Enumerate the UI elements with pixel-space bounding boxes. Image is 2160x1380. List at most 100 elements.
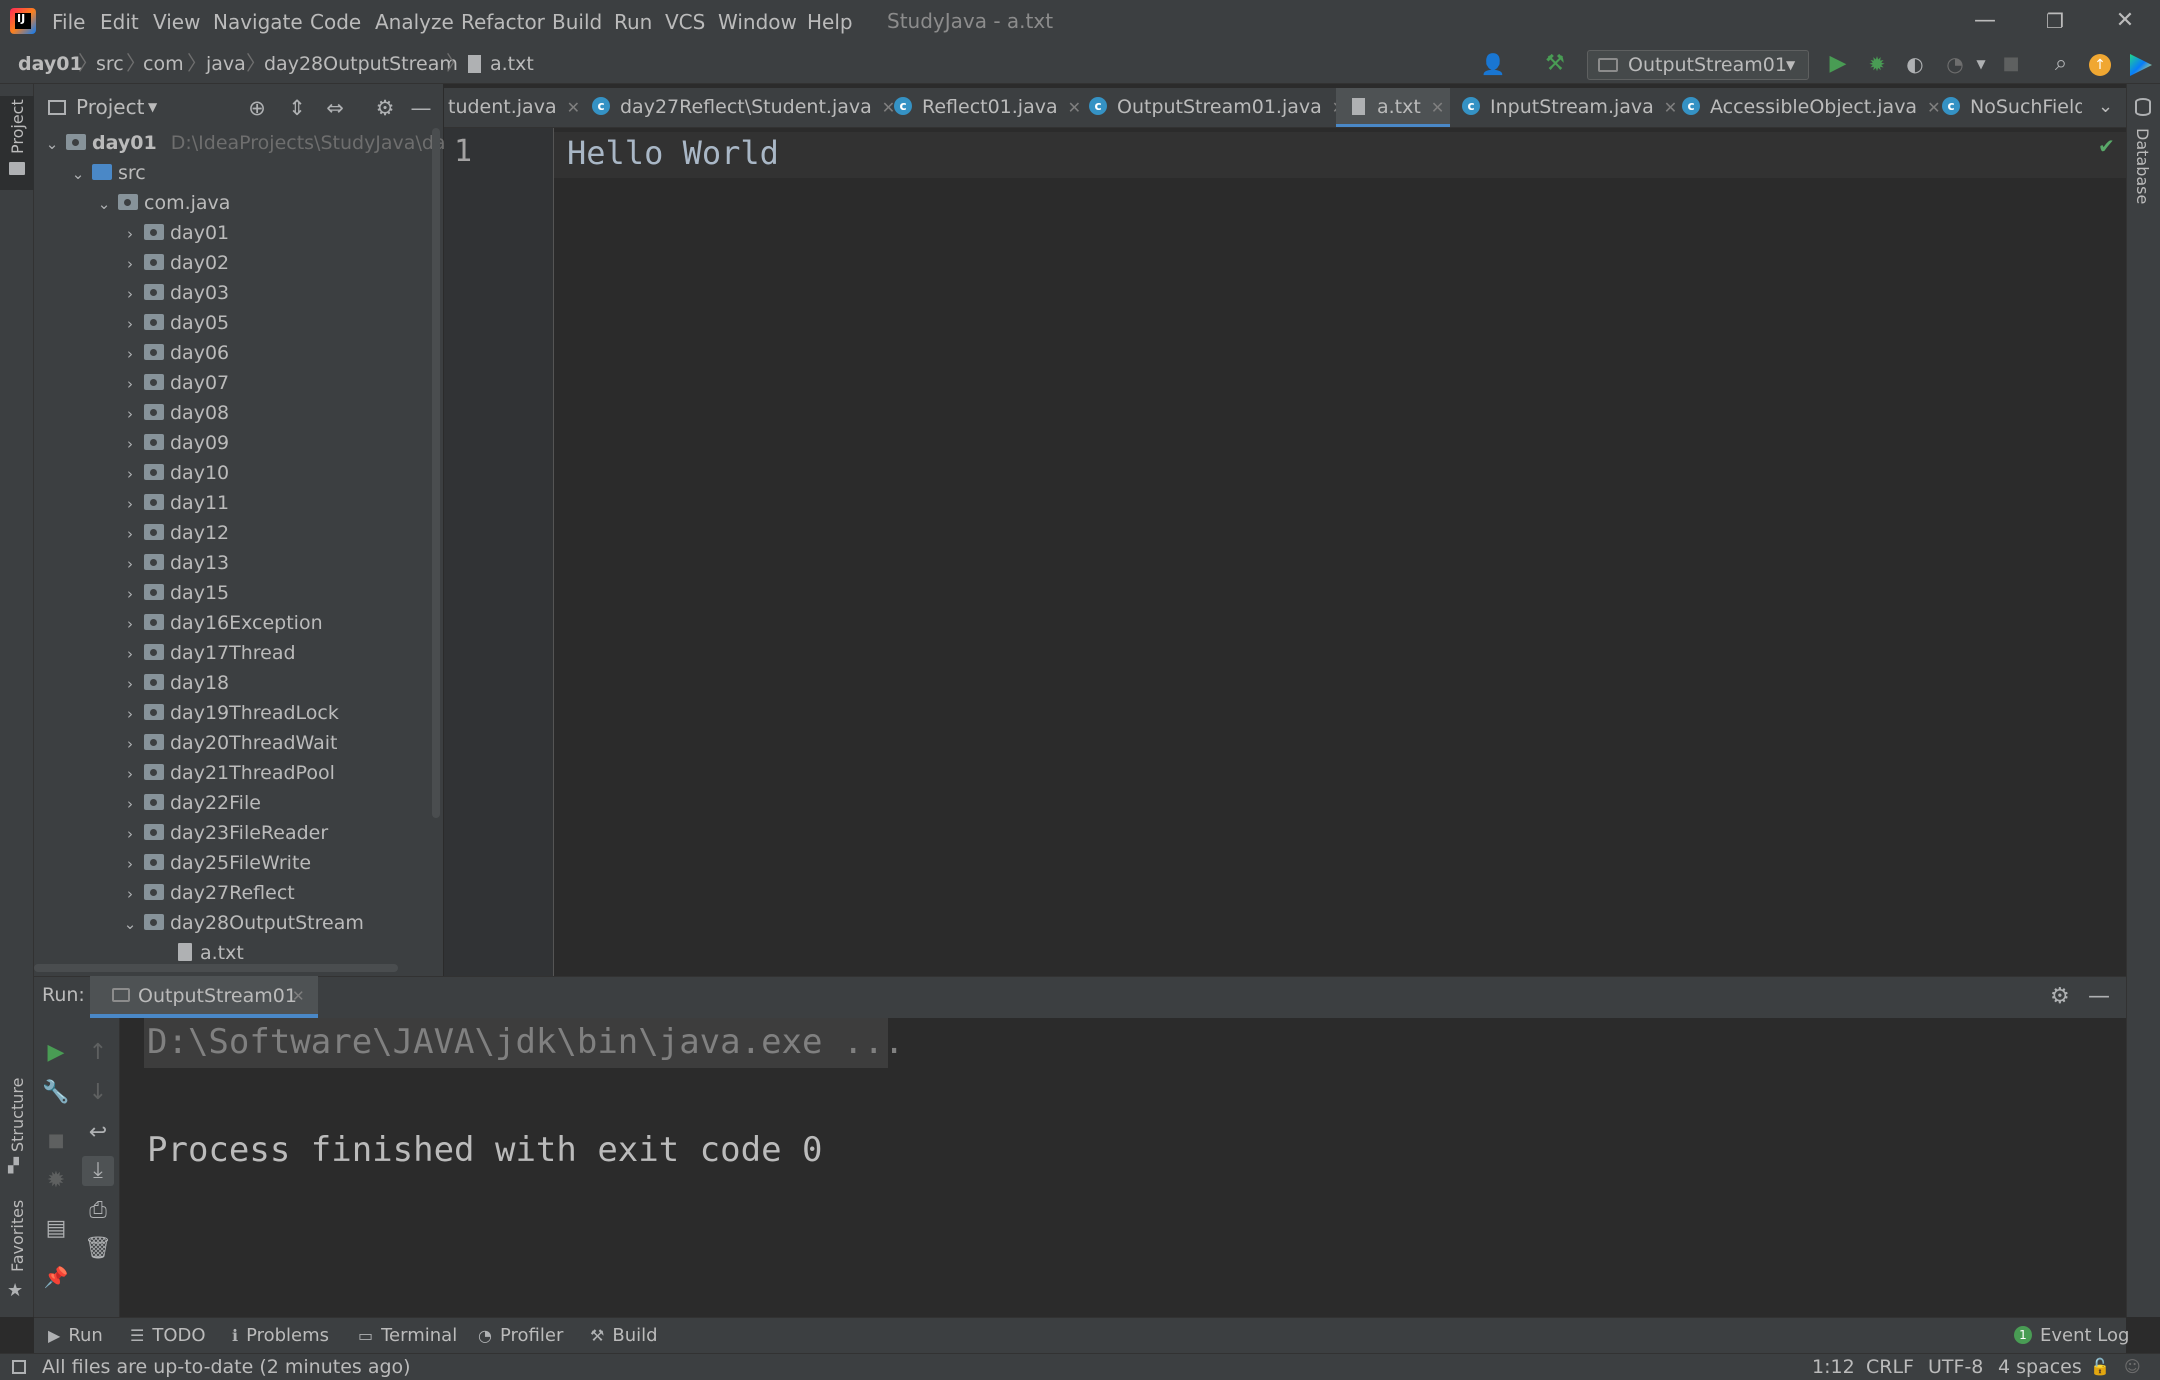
tab-nosuchfield-java[interactable]: c NoSuchFieldE [1942,88,2082,127]
tree-item-day20threadwait[interactable]: › day20ThreadWait [120,728,338,758]
tree-item-day10[interactable]: › day10 [120,458,229,488]
tree-item-day06[interactable]: › day06 [120,338,229,368]
coverage-icon[interactable]: ◐ [1900,50,1930,78]
close-icon[interactable]: ✕ [1927,98,1940,117]
project-panel-title[interactable]: Project [76,88,144,126]
chevron-right-icon[interactable]: › [120,489,140,519]
tree-item-day08[interactable]: › day08 [120,398,229,428]
database-tool-label[interactable]: Database [2133,128,2152,204]
chevron-down-icon[interactable]: ▼ [148,88,157,126]
scroll-to-end-icon[interactable]: ⤓ [82,1156,114,1186]
pin-icon[interactable]: 📌 [40,1262,72,1292]
indent-setting[interactable]: 4 spaces [1998,1354,2082,1380]
close-icon[interactable]: ✕ [1431,98,1444,117]
tree-item-day25filewrite[interactable]: › day25FileWrite [120,848,311,878]
tree-item-day01[interactable]: › day01 [120,218,229,248]
chevron-right-icon[interactable]: › [120,849,140,879]
chevron-right-icon[interactable]: › [120,429,140,459]
wrench-icon[interactable]: 🔧 [40,1078,72,1108]
file-encoding[interactable]: UTF-8 [1928,1354,1983,1380]
close-icon[interactable]: ✕ [1068,98,1081,117]
menu-window[interactable]: Window [718,0,797,44]
favorites-tool-label[interactable]: Favorites [8,1200,27,1272]
chevron-right-icon[interactable]: › [120,579,140,609]
menu-analyze[interactable]: Analyze [375,0,454,44]
tree-item-day05[interactable]: › day05 [120,308,229,338]
chevron-right-icon[interactable]: › [120,519,140,549]
hide-panel-icon[interactable]: — [2088,983,2110,1011]
problems-tool-button[interactable]: ℹ Problems [232,1318,329,1354]
event-log-button[interactable]: 1 Event Log [2014,1318,2129,1354]
down-arrow-icon[interactable]: ↓ [82,1078,114,1108]
tree-item-day28outputstream[interactable]: ⌄ day28OutputStream [120,908,364,938]
menu-view[interactable]: View [153,0,200,44]
chevron-right-icon[interactable]: › [120,759,140,789]
breadcrumb-com[interactable]: com [143,44,184,84]
menu-run[interactable]: Run [614,0,652,44]
chevron-right-icon[interactable]: › [120,279,140,309]
stop-icon[interactable]: ■ [1996,50,2026,78]
code-with-me-icon[interactable] [2130,54,2152,76]
menu-vcs[interactable]: VCS [665,0,705,44]
structure-tool-label[interactable]: Structure [8,1078,27,1152]
menu-edit[interactable]: Edit [100,0,139,44]
minimize-button[interactable]: — [1950,0,2020,44]
layout-icon[interactable]: ▤ [40,1214,72,1244]
tab-a-txt[interactable]: a.txt ✕ [1336,88,1450,127]
chevron-right-icon[interactable]: › [120,639,140,669]
tree-item-day09[interactable]: › day09 [120,428,229,458]
tree-item-day18[interactable]: › day18 [120,668,229,698]
line-separator[interactable]: CRLF [1866,1354,1914,1380]
search-icon[interactable]: ⌕ [2046,50,2076,78]
up-arrow-icon[interactable]: ↑ [82,1038,114,1068]
menu-file[interactable]: File [52,0,85,44]
rerun-icon[interactable]: ▶ [40,1038,72,1068]
gear-icon[interactable]: ⚙ [2050,983,2070,1011]
vcs-user-icon[interactable]: 👤 [1478,50,1508,78]
menu-build[interactable]: Build [552,0,602,44]
console-command-line[interactable]: D:\Software\JAVA\jdk\bin\java.exe ... [147,1022,904,1062]
tree-item-day15[interactable]: › day15 [120,578,229,608]
tab-outputstream01-java[interactable]: cOutputStream01.java✕ [1089,88,1345,127]
tree-horizontal-scrollbar[interactable] [34,964,398,972]
chevron-right-icon[interactable]: › [120,219,140,249]
tab-inputstream-java[interactable]: c InputStream.java ✕ [1462,88,1677,127]
expand-all-icon[interactable]: ⇕ [282,94,312,122]
debug-icon[interactable]: ✹ [1862,50,1892,78]
close-icon[interactable]: ✕ [1664,98,1677,117]
chevron-right-icon[interactable]: › [120,729,140,759]
breadcrumb-java[interactable]: java [206,44,246,84]
chevron-right-icon[interactable]: › [120,339,140,369]
console-exit-line[interactable]: Process finished with exit code 0 [147,1130,823,1170]
chevron-right-icon[interactable]: › [120,249,140,279]
editor-text-line[interactable]: Hello World [567,134,779,172]
tree-item-day23filereader[interactable]: › day23FileReader [120,818,328,848]
chevron-down-icon[interactable]: ⌄ [120,909,140,939]
chevron-right-icon[interactable]: › [120,399,140,429]
tree-item-day21threadpool[interactable]: › day21ThreadPool [120,758,335,788]
debug-icon[interactable]: ✹ [40,1166,72,1196]
menu-help[interactable]: Help [807,0,853,44]
gear-icon[interactable]: ⚙ [370,94,400,122]
tree-item-day02[interactable]: › day02 [120,248,229,278]
chevron-down-icon[interactable]: ⌄ [68,159,88,189]
tree-item-root[interactable]: ⌄ day01 D:\IdeaProjects\StudyJava\day01 [42,128,444,158]
run-tab-outputstream01[interactable]: OutputStream01 ✕ [90,976,318,1018]
chevron-right-icon[interactable]: › [120,459,140,489]
tree-item-day13[interactable]: › day13 [120,548,229,578]
tab-list-chevron-icon[interactable]: ⌄ [2098,88,2113,126]
tab-reflect01-java[interactable]: c Reflect01.java ✕ [894,88,1081,127]
tree-item-src[interactable]: ⌄ src [68,158,146,188]
chevron-right-icon[interactable]: › [120,309,140,339]
update-icon[interactable]: ↑ [2089,54,2111,76]
soft-wrap-icon[interactable]: ↩ [82,1118,114,1148]
tree-item-day07[interactable]: › day07 [120,368,229,398]
chevron-right-icon[interactable]: › [120,549,140,579]
inspection-ok-icon[interactable]: ✔ [2098,134,2115,158]
chevron-right-icon[interactable]: › [120,699,140,729]
tree-scrollbar[interactable] [432,128,440,818]
restore-button[interactable]: ❐ [2020,0,2090,44]
tree-item-day17thread[interactable]: › day17Thread [120,638,296,668]
run-icon[interactable]: ▶ [1823,50,1853,78]
chevron-right-icon[interactable]: › [120,369,140,399]
